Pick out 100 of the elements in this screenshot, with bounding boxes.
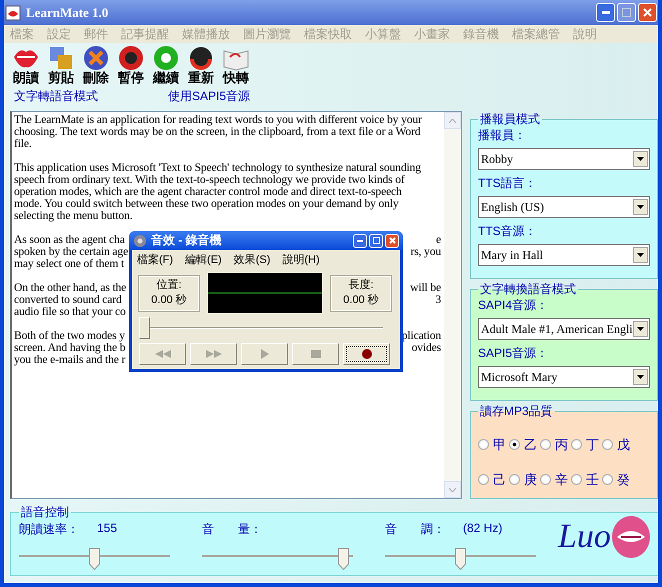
toolbar-button[interactable]: 繼續 — [150, 45, 182, 85]
radio-button[interactable] — [540, 439, 551, 450]
text-line: audio file so that your co — [14, 306, 126, 318]
dropdown-arrow-button[interactable] — [632, 247, 648, 263]
text-line: mode. You could switch between these two operation modes on your demand by only — [14, 198, 399, 210]
length-value: 0.00 秒 — [343, 293, 379, 308]
menu-item[interactable]: 說明(H) — [282, 252, 320, 267]
radio-button[interactable] — [571, 439, 582, 450]
radio-button[interactable] — [602, 439, 613, 450]
field-label: 播報員： — [478, 128, 527, 142]
toolbar-button[interactable]: 剪貼 — [45, 45, 77, 85]
control-label: 朗讀速率： — [19, 521, 79, 538]
dropdown[interactable]: Microsoft Mary — [478, 366, 650, 388]
radio-option[interactable]: 丁 — [571, 432, 599, 457]
menu-item[interactable]: 編輯(E) — [185, 252, 222, 267]
text-line: screen. And having the b — [14, 342, 126, 354]
field-label: TTS音源： — [478, 224, 538, 238]
delete-icon — [82, 45, 110, 71]
control-value: 155 — [97, 521, 118, 537]
scrollbar[interactable] — [444, 112, 461, 498]
group-title: 語音控制 — [20, 504, 70, 521]
minimize-icon — [602, 11, 610, 14]
minimize-button[interactable] — [596, 3, 615, 22]
maximize-button[interactable] — [617, 3, 636, 22]
radio-option[interactable]: 丙 — [540, 432, 568, 457]
radio-button[interactable] — [478, 474, 489, 485]
dialog-title: 音效 - 錄音機 — [151, 232, 222, 249]
text-line: Both of the two modes y — [14, 330, 125, 342]
radio-option[interactable]: 戊 — [602, 432, 630, 457]
radio-option[interactable]: 己 — [478, 467, 506, 492]
control-label: 音 量： — [202, 521, 262, 538]
length-label: 長度: — [348, 278, 374, 293]
text-line: converted to sound card — [14, 294, 122, 306]
text-line: spoken by the certain age — [14, 246, 128, 258]
close-button[interactable] — [638, 3, 657, 22]
menu-item[interactable]: 效果(S) — [234, 252, 270, 267]
mode-label: 文字轉語音模式 — [14, 88, 98, 105]
ring-icon — [152, 45, 180, 71]
minimize-button[interactable] — [353, 234, 367, 248]
text-line: The LearnMate is an application for reading text words to you with different voice by your — [14, 114, 422, 126]
stop-icon — [310, 350, 320, 358]
text-line: rs, you — [410, 246, 441, 258]
dropdown-arrow-button[interactable] — [632, 369, 648, 385]
text-line: may select one of them t — [14, 258, 124, 270]
text-line: operation modes, which are the agent character control mode and direct text-to-speech — [14, 186, 402, 198]
radio-button[interactable] — [478, 439, 489, 450]
dropdown-arrow-button[interactable] — [632, 199, 648, 215]
text-line: speech from ordinary text. With the text-to-speech technology we provide two kinds of — [14, 174, 405, 186]
radio-option[interactable]: 乙 — [509, 432, 537, 457]
radio-option[interactable]: 癸 — [602, 467, 630, 492]
close-button[interactable] — [385, 234, 399, 248]
control-label: 音 調： — [385, 521, 445, 538]
caret-icon — [636, 157, 644, 161]
group-title: 文字轉換語音模式 — [479, 281, 577, 298]
radio-option[interactable]: 壬 — [571, 467, 599, 492]
dropdown[interactable]: English (US) — [478, 196, 650, 218]
radio-button[interactable] — [509, 474, 520, 485]
text-line: e — [436, 234, 441, 246]
text-line: On the other hand, as the — [14, 282, 126, 294]
radio-button[interactable] — [540, 474, 551, 485]
rewind-icon — [154, 350, 170, 358]
field-label: TTS語言： — [478, 176, 538, 190]
app-icon — [5, 4, 21, 20]
record-icon — [362, 349, 372, 359]
dropdown-arrow-button[interactable] — [632, 321, 648, 337]
radio-button[interactable] — [571, 474, 582, 485]
slider[interactable] — [19, 548, 170, 570]
toolbar-button[interactable]: 快轉 — [220, 45, 252, 85]
text-editor[interactable] — [10, 111, 462, 499]
clipboard-icon — [47, 45, 75, 71]
record-button[interactable] — [343, 343, 390, 365]
radio-button[interactable] — [602, 474, 613, 485]
slider[interactable] — [385, 548, 536, 570]
toolbar-button[interactable]: 朗讀 — [10, 45, 42, 85]
slider-thumb[interactable] — [89, 548, 100, 570]
dropdown[interactable]: Adult Male #1, American Engli — [478, 318, 650, 340]
maximize-icon — [372, 237, 380, 244]
radio-button[interactable] — [509, 439, 520, 450]
radio-option[interactable]: 辛 — [540, 467, 568, 492]
close-icon — [388, 237, 396, 244]
scroll-down-button[interactable] — [444, 481, 461, 498]
minimize-icon — [357, 240, 363, 242]
slider-thumb[interactable] — [338, 548, 349, 570]
lips-icon — [610, 515, 651, 559]
toolbar-button[interactable]: 暫停 — [115, 45, 147, 85]
radio-option[interactable]: 庚 — [509, 467, 537, 492]
scroll-up-button[interactable] — [444, 112, 461, 129]
radio-option[interactable]: 甲 — [478, 432, 506, 457]
toolbar-button[interactable]: 刪除 — [80, 45, 112, 85]
dropdown-arrow-button[interactable] — [632, 151, 648, 167]
dropdown[interactable]: Mary in Hall — [478, 244, 650, 266]
slider[interactable] — [202, 548, 353, 570]
toolbar-button[interactable]: 重新 — [185, 45, 217, 85]
dropdown[interactable]: Robby — [478, 148, 650, 170]
maximize-button[interactable] — [369, 234, 383, 248]
control-value: (82 Hz) — [463, 521, 502, 537]
caret-icon — [636, 327, 644, 331]
slider-thumb[interactable] — [455, 548, 466, 570]
group-title: 讀存MP3品質 — [479, 403, 554, 420]
menu-item[interactable]: 檔案(F) — [137, 252, 174, 267]
